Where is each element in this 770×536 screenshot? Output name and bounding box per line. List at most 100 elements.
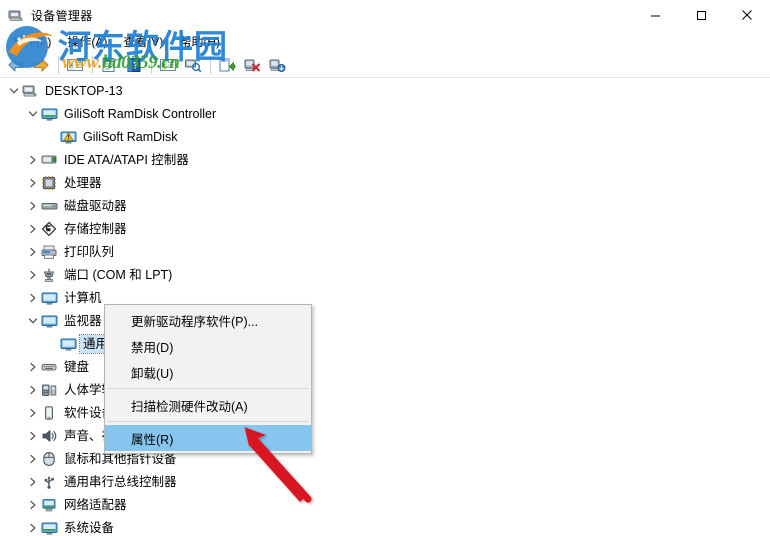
tree-item-label: 网络适配器 [64,497,127,512]
tree-item-disk-drives[interactable]: 磁盘驱动器 [0,194,770,217]
chevron-right-icon[interactable] [25,474,41,490]
chevron-down-icon[interactable] [6,83,22,99]
chevron-right-icon[interactable] [25,451,41,467]
tree-item-label: DESKTOP-13 [45,83,123,98]
keyboard-icon [41,359,58,375]
tree-item-ports[interactable]: 端口 (COM 和 LPT) [0,263,770,286]
view-list-icon[interactable] [156,54,180,76]
toolbar-separator [151,55,152,74]
chevron-down-icon[interactable] [25,106,41,122]
chevron-right-icon[interactable] [25,244,41,260]
computer-icon [22,83,39,99]
tree-item-storage-controllers[interactable]: 存储控制器 [0,217,770,240]
help-icon[interactable]: ? [122,54,146,76]
monitor-icon [41,313,58,329]
sound-icon [41,428,58,444]
chevron-down-icon[interactable] [25,313,41,329]
hid-icon [41,382,58,398]
tree-item-label: 磁盘驱动器 [64,198,127,213]
properties-icon[interactable] [97,54,121,76]
ramdisk-icon [60,129,77,145]
context-menu[interactable]: 更新驱动程序软件(P)... 禁用(D) 卸载(U) 扫描检测硬件改动(A) 属性(R) [104,304,312,454]
ctx-uninstall[interactable]: 卸载(U) [105,359,311,385]
maximize-button[interactable] [678,0,724,30]
tree-item-label: 打印队列 [64,244,115,259]
software-device-icon [41,405,58,421]
menu-view[interactable]: 查看(V) [115,31,171,52]
add-legacy-icon[interactable] [265,54,289,76]
chevron-right-icon[interactable] [25,198,41,214]
tree-item-label: 通用串行总线控制器 [64,474,177,489]
processor-icon [41,175,58,191]
forward-icon[interactable] [29,54,53,76]
ctx-separator-2 [107,421,309,422]
chevron-right-icon[interactable] [25,382,41,398]
tree-item-desktop-13[interactable]: DESKTOP-13 [0,79,770,102]
chevron-right-icon[interactable] [25,497,41,513]
device-manager-icon [8,7,24,23]
tree-item-ramdisk-controller[interactable]: GiliSoft RamDisk Controller [0,102,770,125]
chevron-right-icon[interactable] [25,175,41,191]
ctx-disable[interactable]: 禁用(D) [105,333,311,359]
tree-item-label: 键盘 [64,359,90,374]
tree-item-label: 端口 (COM 和 LPT) [64,267,173,282]
chevron-right-icon[interactable] [25,520,41,536]
tree-item-print-queues[interactable]: 打印队列 [0,240,770,263]
toolbar-separator [92,55,93,74]
menu-bar: 文件(F) 操作(A) 查看(V) 帮助(H) [0,30,770,52]
ide-controller-icon [41,152,58,168]
tree-item-ide-ata-atapi[interactable]: IDE ATA/ATAPI 控制器 [0,148,770,171]
toolbar-separator [58,55,59,74]
tree-item-network-adapters[interactable]: 网络适配器 [0,493,770,516]
update-driver-icon[interactable] [215,54,239,76]
device-manager-window: 设备管理器 文件(F) 操作(A) 查看(V) 帮助(H) ? DESKTOP-… [0,0,770,536]
tree-item-usb-controllers[interactable]: 通用串行总线控制器 [0,470,770,493]
toolbar-separator [210,55,211,74]
monitor-device-icon [60,336,77,352]
back-icon[interactable] [4,54,28,76]
close-button[interactable] [724,0,770,30]
storage-controller-icon [41,221,58,237]
chevron-right-icon[interactable] [25,428,41,444]
tree-item-label: GiliSoft RamDisk Controller [64,106,217,121]
chevron-right-icon[interactable] [25,290,41,306]
menu-action[interactable]: 操作(A) [59,31,115,52]
print-queue-icon [41,244,58,260]
scan-hardware-icon[interactable] [181,54,205,76]
tree-item-label: 计算机 [64,290,102,305]
tree-item-label: 监视器 [64,313,102,328]
minimize-button[interactable] [632,0,678,30]
menu-file[interactable]: 文件(F) [4,31,59,52]
tree-item-processors[interactable]: 处理器 [0,171,770,194]
tree-item-label: IDE ATA/ATAPI 控制器 [64,152,189,167]
window-controls [632,0,770,30]
title-bar: 设备管理器 [0,0,770,30]
window-title: 设备管理器 [31,8,93,23]
tree-item-gilisoft-ramdisk[interactable]: GiliSoft RamDisk [0,125,770,148]
usb-icon [41,474,58,490]
controller-icon [41,106,58,122]
ctx-update-driver[interactable]: 更新驱动程序软件(P)... [105,307,311,333]
toolbar: ? [0,52,770,78]
ctx-separator-1 [107,388,309,389]
computer-node-icon [41,290,58,306]
chevron-right-icon[interactable] [25,359,41,375]
chevron-right-icon[interactable] [25,405,41,421]
chevron-right-icon[interactable] [25,152,41,168]
network-adapter-icon [41,497,58,513]
ctx-properties[interactable]: 属性(R) [105,425,311,451]
tree-item-system-devices[interactable]: 系统设备 [0,516,770,536]
chevron-right-icon[interactable] [25,221,41,237]
menu-help[interactable]: 帮助(H) [171,31,228,52]
tree-item-label: GiliSoft RamDisk [83,129,178,144]
mouse-icon [41,451,58,467]
ctx-scan-hardware[interactable]: 扫描检测硬件改动(A) [105,392,311,418]
disk-drive-icon [41,198,58,214]
uninstall-device-icon[interactable] [240,54,264,76]
show-hide-tree-icon[interactable] [63,54,87,76]
tree-item-label: 处理器 [64,175,102,190]
chevron-right-icon[interactable] [25,267,41,283]
tree-item-label: 系统设备 [64,520,115,535]
